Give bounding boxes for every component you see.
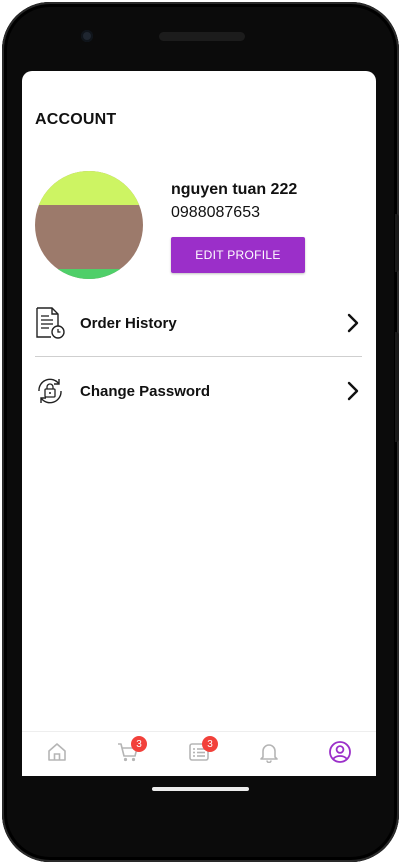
avatar-band-bottom: [35, 269, 143, 279]
orders-badge: 3: [202, 736, 218, 752]
menu-item-order-history[interactable]: Order History: [33, 305, 363, 341]
nav-home[interactable]: [37, 732, 77, 776]
edit-profile-button[interactable]: EDIT PROFILE: [171, 237, 305, 273]
profile-phone: 0988087653: [171, 204, 260, 221]
power-button: [395, 214, 399, 272]
menu-item-label: Change Password: [80, 382, 211, 400]
menu-item-label: Order History: [80, 314, 177, 332]
order-history-icon: [33, 306, 67, 340]
chevron-right-icon: [343, 381, 363, 401]
earpiece-speaker: [159, 32, 245, 41]
bell-icon: [258, 741, 280, 768]
nav-account[interactable]: [320, 732, 360, 776]
cart-badge: 3: [131, 736, 147, 752]
lock-refresh-icon: [33, 374, 67, 408]
volume-button: [395, 332, 399, 442]
avatar[interactable]: [35, 171, 143, 279]
bottom-nav: 3 3: [22, 731, 376, 776]
menu-item-change-password[interactable]: Change Password: [33, 373, 363, 409]
profile-name: nguyen tuan 222: [171, 181, 298, 198]
user-circle-icon: [328, 740, 352, 769]
front-camera: [81, 30, 93, 42]
page-title: ACCOUNT: [35, 111, 117, 128]
nav-notifications[interactable]: [249, 732, 289, 776]
chevron-right-icon: [343, 313, 363, 333]
menu-divider: [35, 356, 362, 357]
nav-cart[interactable]: 3: [108, 732, 148, 776]
home-icon: [46, 741, 68, 768]
home-indicator[interactable]: [152, 787, 249, 791]
nav-orders[interactable]: 3: [179, 732, 219, 776]
avatar-band-top: [35, 171, 143, 205]
account-screen: ACCOUNT nguyen tuan 222 0988087653 EDIT …: [22, 71, 376, 776]
